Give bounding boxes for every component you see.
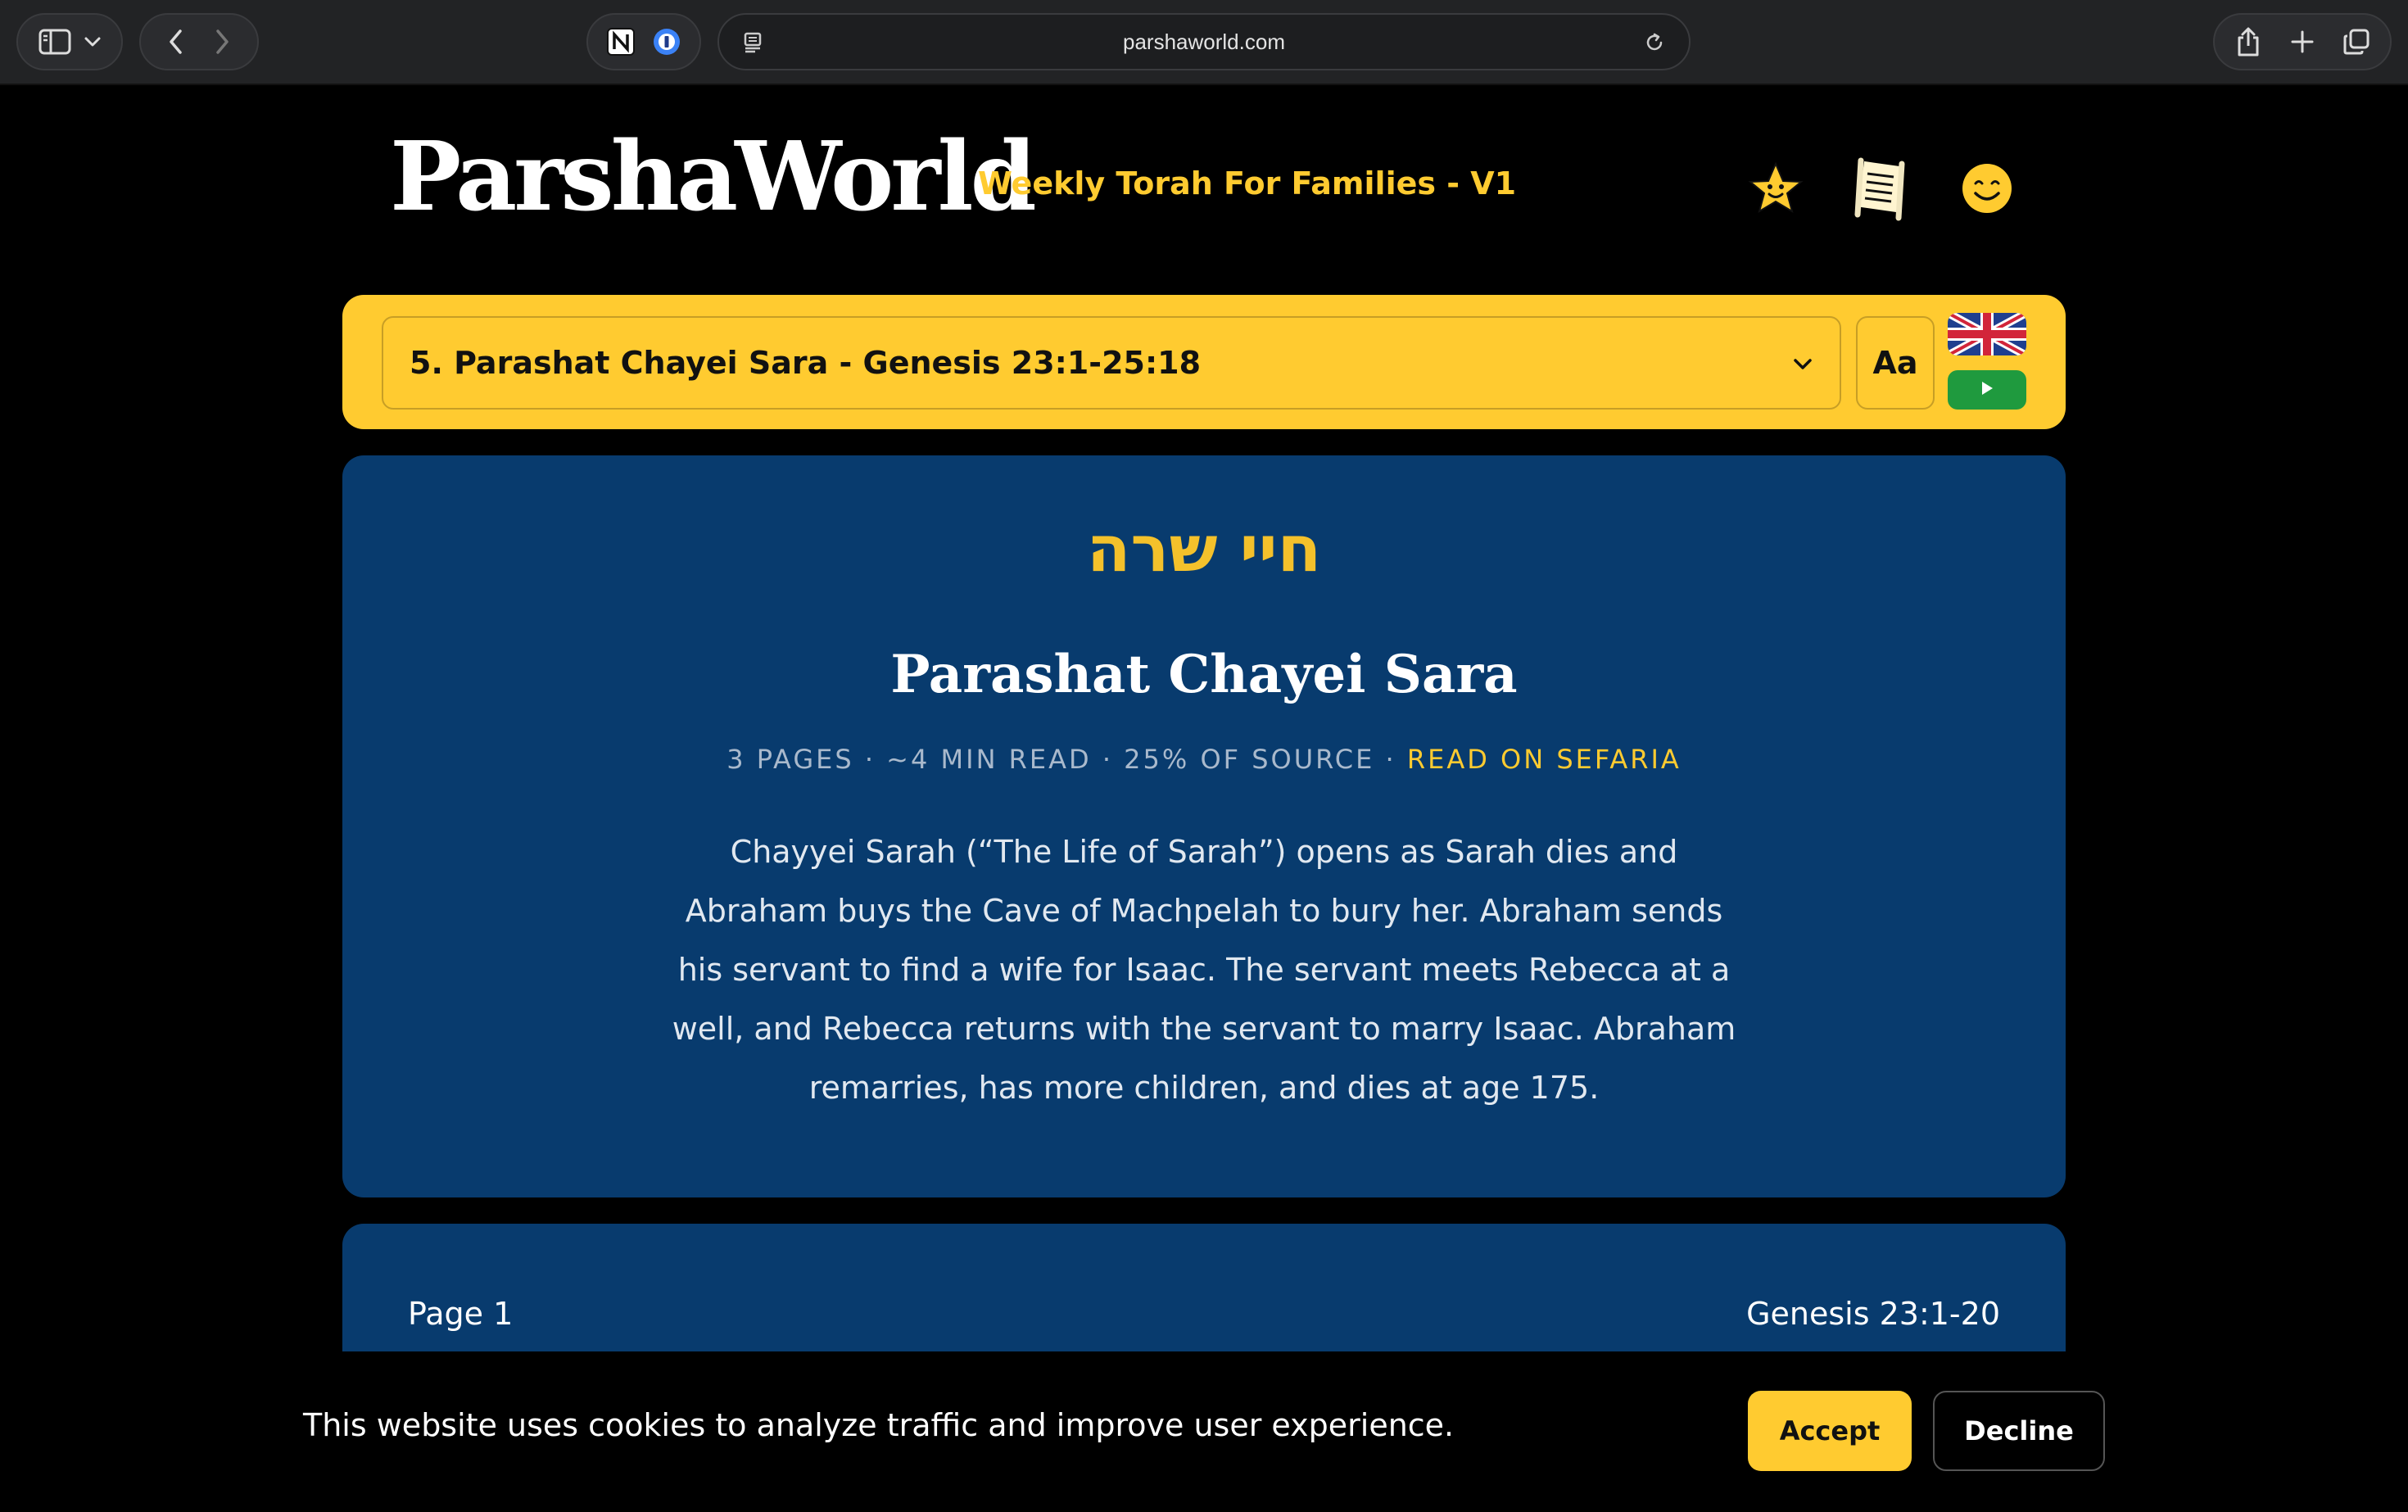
history-nav-group	[139, 13, 259, 70]
sidebar-toggle-group[interactable]	[16, 13, 123, 70]
accept-cookies-button[interactable]: Accept	[1748, 1391, 1912, 1471]
smiley-icon[interactable]	[1954, 156, 2020, 221]
meta-read-time: ~4 MIN READ	[886, 744, 1092, 775]
hebrew-title: חיי שרה	[1086, 513, 1322, 586]
meta-source: 25% OF SOURCE	[1124, 744, 1375, 775]
cookie-banner: This website uses cookies to analyze tra…	[0, 1351, 2408, 1512]
parasha-select[interactable]: 5. Parashat Chayei Sara - Genesis 23:1-2…	[382, 316, 1841, 410]
window-actions-group	[2213, 13, 2392, 70]
url-text: parshaworld.com	[1123, 29, 1285, 54]
page-label: Page 1	[408, 1296, 514, 1332]
sidebar-icon[interactable]	[32, 19, 78, 65]
read-on-sefaria-link[interactable]: READ ON SEFARIA	[1407, 744, 1682, 775]
address-bar[interactable]: parshaworld.com	[717, 13, 1691, 70]
reload-icon[interactable]	[1632, 20, 1677, 66]
torah-scroll-icon[interactable]	[1848, 156, 1913, 221]
meta-pages: 3 PAGES	[726, 744, 854, 775]
new-tab-icon[interactable]	[2279, 19, 2325, 65]
extensions-group	[586, 13, 701, 70]
play-audio-button[interactable]	[1948, 370, 2026, 410]
parasha-select-value: 5. Parashat Chayei Sara - Genesis 23:1-2…	[410, 345, 1202, 381]
meta-separator: ·	[853, 744, 887, 775]
meta-separator: ·	[1374, 744, 1407, 775]
play-icon	[1980, 380, 1994, 400]
back-icon[interactable]	[153, 19, 199, 65]
password-manager-icon[interactable]	[644, 19, 690, 65]
parasha-description: Chayyei Sarah (“The Life of Sarah”) open…	[672, 834, 1736, 1106]
parasha-summary-card: חיי שרה Parashat Chayei Sara 3 PAGES · ~…	[342, 455, 2066, 1197]
chevron-down-icon[interactable]	[78, 19, 107, 65]
parasha-selector-bar: 5. Parashat Chayei Sara - Genesis 23:1-2…	[342, 295, 2066, 429]
browser-toolbar: parshaworld.com	[0, 0, 2408, 85]
chevron-down-icon	[1790, 349, 1815, 382]
star-face-icon[interactable]	[1743, 156, 1808, 221]
page-reference: Genesis 23:1-20	[1746, 1296, 2000, 1332]
parasha-meta: 3 PAGES · ~4 MIN READ · 25% OF SOURCE · …	[342, 744, 2066, 775]
parasha-title: Parashat Chayei Sara	[890, 644, 1518, 705]
cookie-message: This website uses cookies to analyze tra…	[303, 1407, 1455, 1443]
meta-separator: ·	[1091, 744, 1125, 775]
notion-icon[interactable]	[598, 19, 644, 65]
uk-flag-icon[interactable]	[1948, 313, 2026, 355]
decline-cookies-button[interactable]: Decline	[1933, 1391, 2105, 1471]
site-tagline: Weekly Torah For Families - V1	[978, 165, 1517, 201]
tabs-overview-icon[interactable]	[2333, 19, 2379, 65]
font-size-button[interactable]: Aa	[1856, 316, 1935, 410]
forward-icon[interactable]	[199, 19, 245, 65]
share-icon[interactable]	[2225, 19, 2271, 65]
site-logo[interactable]: ParshaWorld	[390, 129, 1037, 224]
